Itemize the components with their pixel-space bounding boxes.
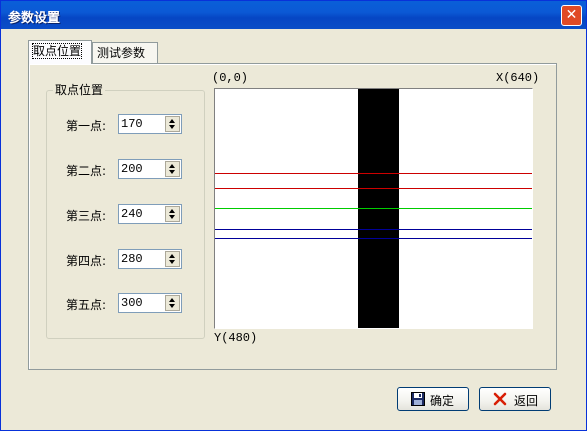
up-arrow-icon[interactable] [169, 298, 175, 302]
tab-test-params[interactable]: 测试参数 [92, 42, 158, 64]
ok-button-label: 确定 [430, 394, 455, 408]
window-title: 参数设置 [8, 11, 61, 26]
close-icon: ✕ [565, 7, 578, 23]
tab-label: 取点位置 [31, 43, 83, 59]
group-title: 取点位置 [53, 81, 106, 98]
up-arrow-icon[interactable] [169, 254, 175, 258]
down-arrow-icon[interactable] [169, 125, 175, 129]
origin-label: (0,0) [212, 71, 249, 85]
ok-button[interactable]: 确定 [397, 387, 469, 411]
up-arrow-icon[interactable] [169, 209, 175, 213]
title-bar[interactable]: 参数设置 ✕ [1, 1, 586, 29]
spinner-buttons[interactable] [165, 161, 180, 177]
x-max-label: X(640) [496, 71, 540, 85]
point-2-spinner[interactable]: 200 [118, 159, 182, 179]
point-4-spinner[interactable]: 280 [118, 249, 182, 269]
spinner-buttons[interactable] [165, 206, 180, 222]
point-label: 第三点: [66, 209, 107, 223]
up-arrow-icon[interactable] [169, 119, 175, 123]
tab-sample-position[interactable]: 取点位置 [28, 40, 92, 64]
down-arrow-icon[interactable] [169, 170, 175, 174]
spinner-value[interactable]: 200 [121, 162, 143, 176]
y-max-label: Y(480) [214, 331, 258, 345]
down-arrow-icon[interactable] [169, 260, 175, 264]
point-line-4 [215, 229, 532, 230]
spinner-buttons[interactable] [165, 295, 180, 311]
spinner-buttons[interactable] [165, 116, 180, 132]
point-1-spinner[interactable]: 170 [118, 114, 182, 134]
close-button[interactable]: ✕ [561, 5, 582, 26]
up-arrow-icon[interactable] [169, 164, 175, 168]
back-button[interactable]: 返回 [479, 387, 551, 411]
red-x-icon [493, 392, 507, 406]
point-3-spinner[interactable]: 240 [118, 204, 182, 224]
spinner-value[interactable]: 170 [121, 117, 143, 131]
point-label: 第五点: [66, 298, 107, 312]
back-button-label: 返回 [514, 394, 539, 408]
spinner-buttons[interactable] [165, 251, 180, 267]
down-arrow-icon[interactable] [169, 215, 175, 219]
spinner-value[interactable]: 280 [121, 252, 143, 266]
point-label: 第二点: [66, 164, 107, 178]
spinner-value[interactable]: 300 [121, 296, 143, 310]
point-line-3 [215, 208, 532, 209]
point-line-5 [215, 238, 532, 239]
spinner-value[interactable]: 240 [121, 207, 143, 221]
point-line-1 [215, 173, 532, 174]
point-5-spinner[interactable]: 300 [118, 293, 182, 313]
point-label: 第一点: [66, 119, 107, 133]
preview-canvas[interactable] [214, 88, 533, 329]
save-disk-icon [411, 392, 425, 406]
point-label: 第四点: [66, 254, 107, 268]
tab-label: 测试参数 [97, 46, 146, 60]
down-arrow-icon[interactable] [169, 304, 175, 308]
point-line-2 [215, 188, 532, 189]
